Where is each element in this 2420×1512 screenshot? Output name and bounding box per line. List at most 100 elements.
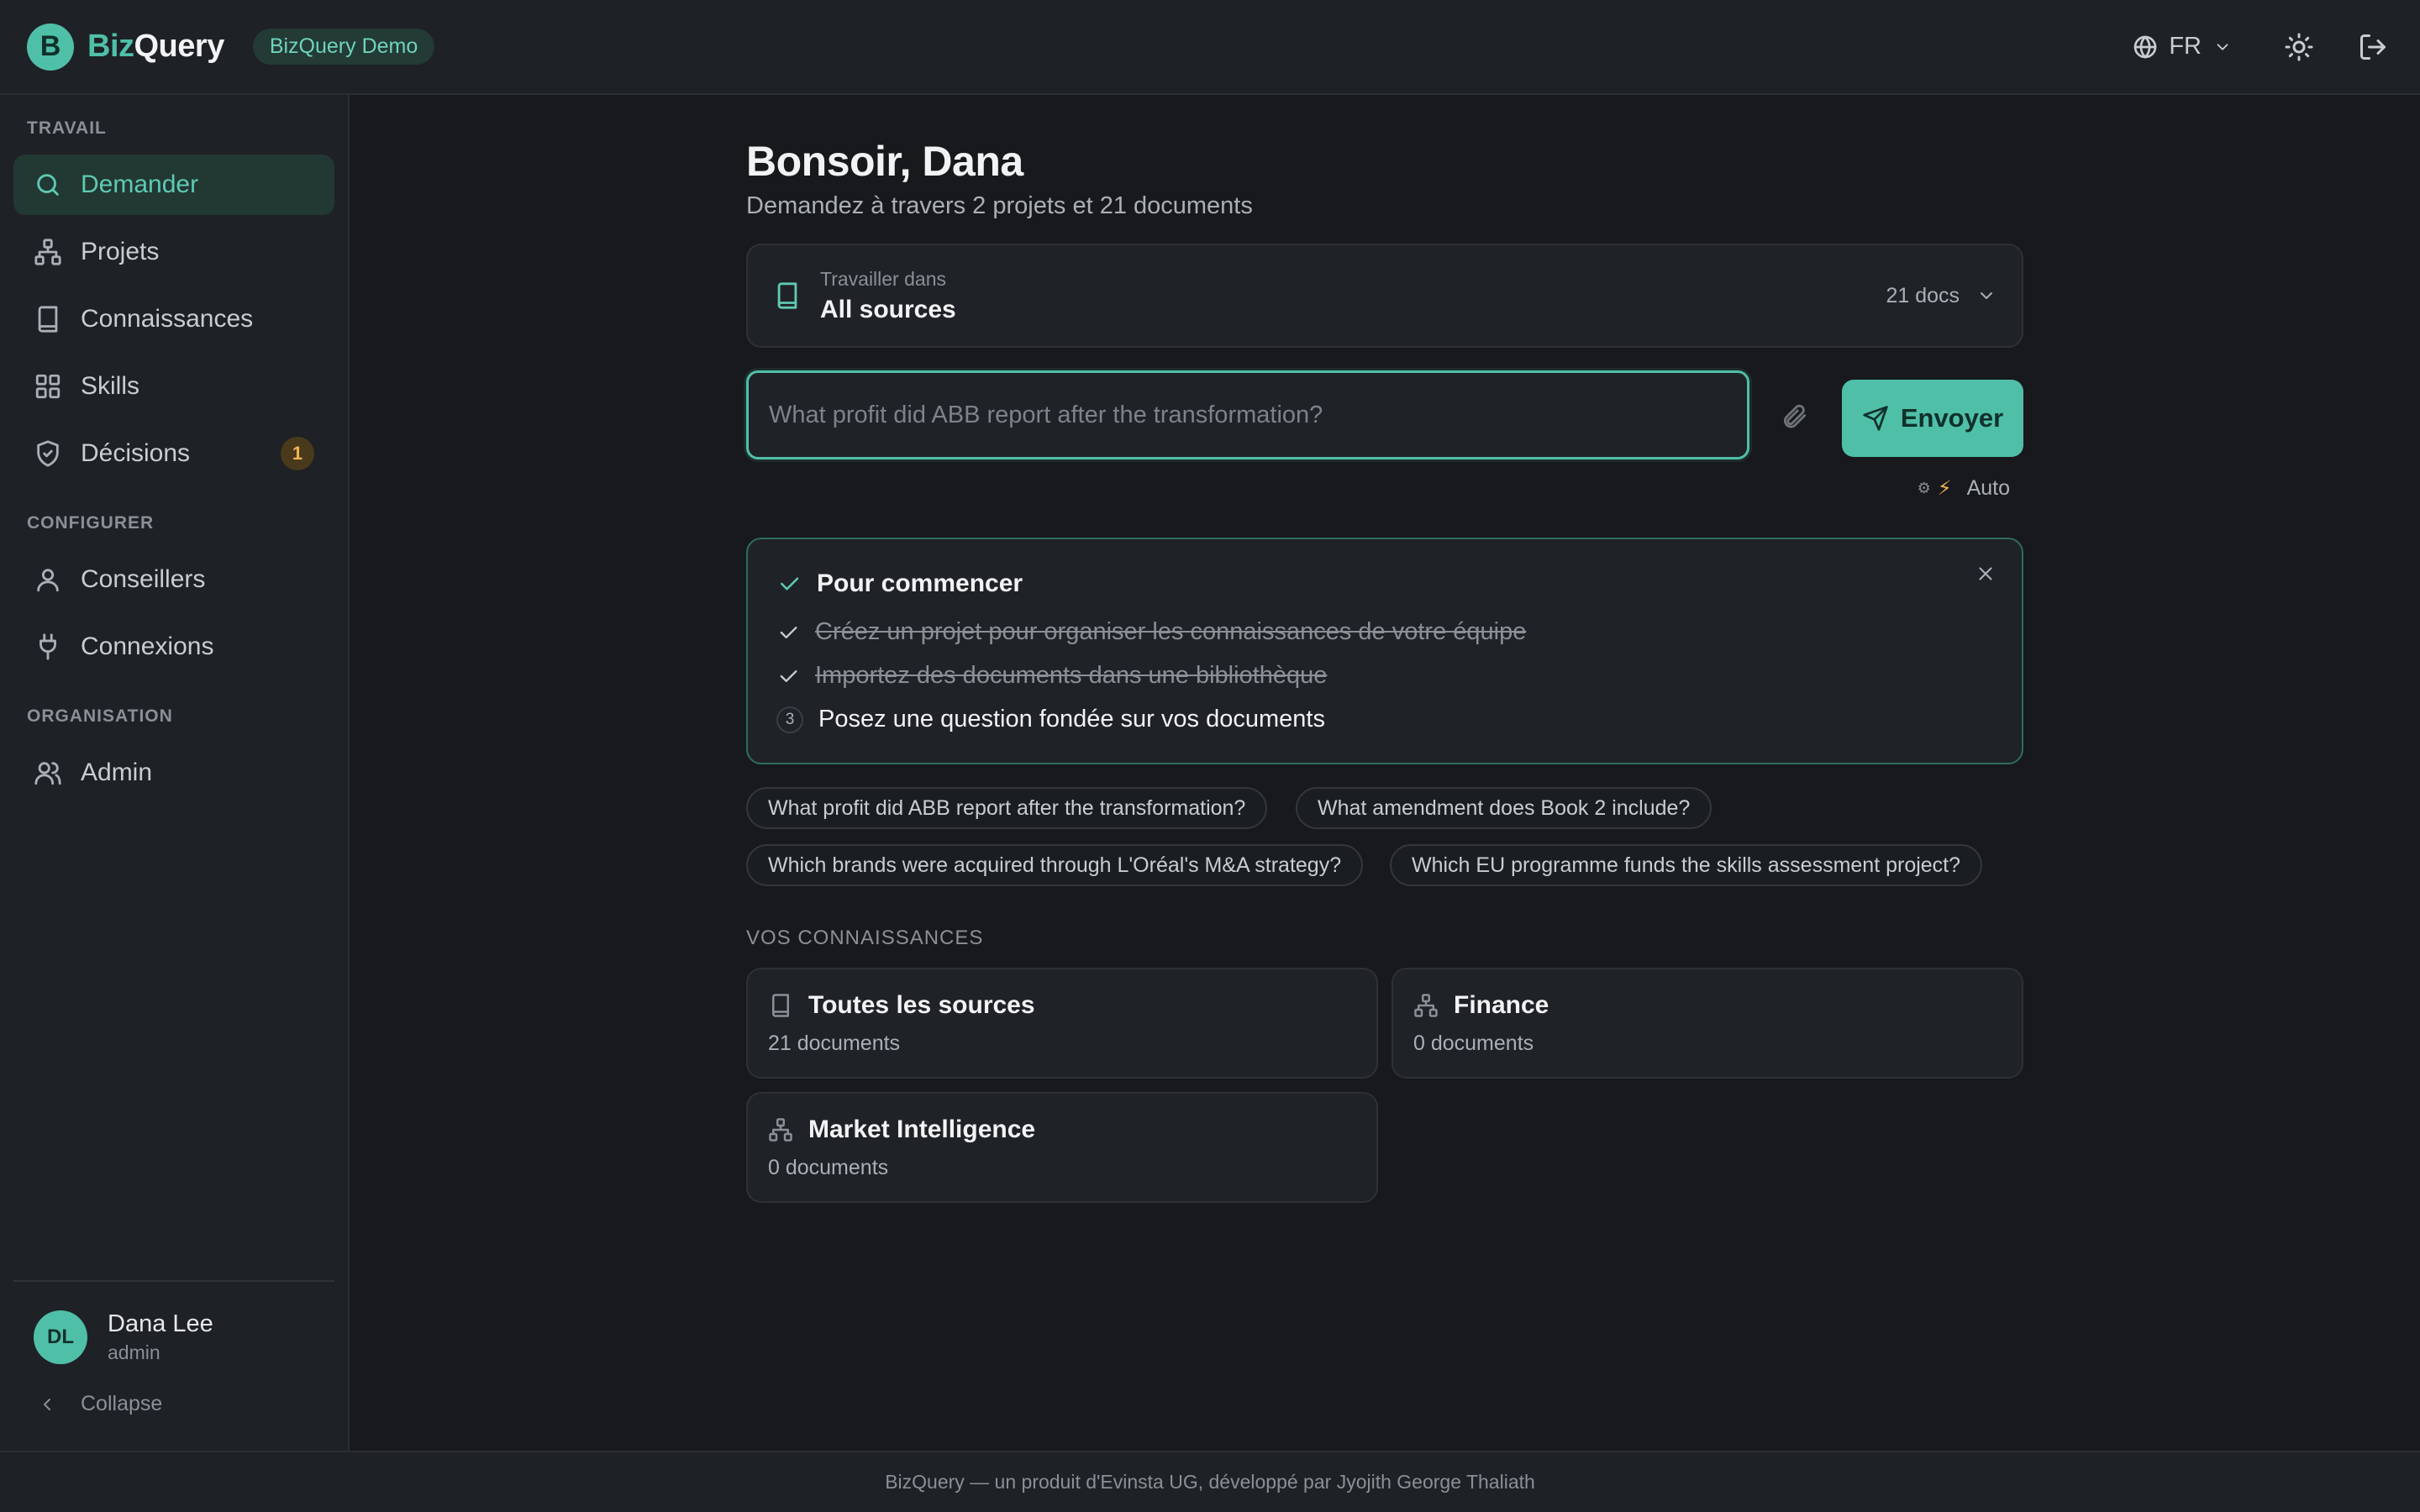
- chevron-down-icon: [2217, 43, 2228, 50]
- attach-file-button[interactable]: [1780, 402, 1808, 431]
- suggestion-chip[interactable]: Which brands were acquired through L'Oré…: [746, 844, 1364, 886]
- suggestion-chip[interactable]: Which EU programme funds the skills asse…: [1390, 844, 1983, 886]
- plug-icon: [39, 633, 56, 660]
- gear-icon: ⚙: [1917, 480, 1931, 496]
- sidebar: TRAVAIL Demander Projets Connaissances S…: [0, 95, 350, 1451]
- sidebar-item-skills[interactable]: Skills: [13, 356, 334, 417]
- knowledge-card-title-text: Market Intelligence: [808, 1116, 1036, 1143]
- source-selector[interactable]: Travailler dans All sources 21 docs: [746, 244, 2023, 348]
- sidebar-item-conseillers[interactable]: Conseillers: [13, 549, 334, 610]
- logo-badge: B: [27, 23, 74, 71]
- step-label: Créez un projet pour organiser les conna…: [815, 618, 1527, 645]
- paperclip-icon: [1783, 404, 1807, 428]
- getting-started-card: Pour commencer Créez un projet pour orga…: [746, 538, 2023, 764]
- collapse-sidebar-button[interactable]: Collapse: [37, 1392, 162, 1416]
- source-label: Travailler dans: [820, 267, 946, 290]
- sitemap-icon: [1414, 994, 1438, 1017]
- sidebar-item-label: Conseillers: [81, 565, 206, 593]
- knowledge-card-title-text: Toutes les sources: [808, 991, 1035, 1019]
- knowledge-card[interactable]: Finance 0 documents: [1392, 968, 2023, 1079]
- question-input[interactable]: [746, 370, 1749, 459]
- footer: BizQuery — un produit d'Evinsta UG, déve…: [0, 1451, 2420, 1512]
- close-icon: [1979, 567, 1992, 580]
- send-label: Envoyer: [1900, 403, 2004, 433]
- getting-started-step[interactable]: 3 Posez une question fondée sur vos docu…: [776, 706, 1325, 733]
- getting-started-title: Pour commencer: [776, 570, 1023, 598]
- user-icon: [37, 569, 59, 592]
- suggestion-chip[interactable]: What amendment does Book 2 include?: [1296, 787, 1712, 829]
- knowledge-card-count: 0 documents: [768, 1156, 889, 1179]
- knowledge-card[interactable]: Toutes les sources 21 documents: [746, 968, 1378, 1079]
- top-bar: B BizQuery BizQuery Demo FR: [0, 0, 2420, 95]
- book-icon: [772, 994, 789, 1017]
- mode-label: Auto: [1966, 476, 2010, 500]
- sidebar-item-label: Connexions: [81, 633, 214, 660]
- grid-icon: [35, 374, 60, 399]
- collapse-label: Collapse: [81, 1392, 163, 1415]
- chevron-left-icon: [44, 1398, 50, 1410]
- source-text: Travailler dans All sources: [820, 268, 956, 324]
- theme-toggle-button[interactable]: [2279, 27, 2319, 67]
- close-button[interactable]: [1975, 563, 1996, 585]
- users-icon: [34, 762, 61, 785]
- send-button[interactable]: Envoyer: [1842, 380, 2023, 457]
- chevron-down-icon: [1981, 292, 1992, 299]
- sitemap-icon: [34, 239, 61, 265]
- user-name: Dana Lee: [108, 1310, 213, 1337]
- step-label: Importez des documents dans une biblioth…: [815, 662, 1328, 689]
- knowledge-card-title: Finance: [1413, 991, 2002, 1020]
- decisions-count-badge: 1: [281, 437, 314, 470]
- check-icon: [780, 626, 797, 638]
- sidebar-section-organization: ORGANISATION: [27, 706, 173, 726]
- knowledge-card-title-text: Finance: [1454, 991, 1549, 1019]
- user-profile[interactable]: DL Dana Lee admin: [34, 1310, 213, 1364]
- check-icon: [781, 577, 799, 591]
- top-actions: FR: [2132, 27, 2393, 67]
- user-role: admin: [108, 1341, 160, 1363]
- brand-name-part-2: Query: [134, 29, 225, 64]
- knowledge-card-title: Toutes les sources: [768, 991, 1356, 1020]
- logout-icon: [2360, 34, 2386, 60]
- page-title: Bonsoir, Dana: [746, 138, 1023, 185]
- sidebar-item-admin[interactable]: Admin: [13, 743, 334, 803]
- bolt-icon: ⚡: [1937, 477, 1952, 500]
- knowledge-card[interactable]: Market Intelligence 0 documents: [746, 1092, 1378, 1203]
- shield-check-icon: [37, 440, 59, 467]
- sidebar-item-label: Connaissances: [81, 305, 254, 333]
- source-count: 21 docs: [1886, 284, 1996, 308]
- step-number: 3: [776, 706, 803, 733]
- footer-text: BizQuery — un produit d'Evinsta UG, déve…: [885, 1471, 1535, 1493]
- source-doc-count: 21 docs: [1886, 283, 1960, 307]
- step-label: Posez une question fondée sur vos docume…: [818, 706, 1325, 732]
- language-selector[interactable]: FR: [2132, 33, 2232, 60]
- sidebar-item-projets[interactable]: Projets: [13, 222, 334, 282]
- sidebar-section-work: TRAVAIL: [27, 118, 107, 138]
- knowledge-card-count: 21 documents: [768, 1032, 901, 1055]
- sidebar-item-demander[interactable]: Demander: [13, 155, 334, 215]
- sun-icon: [2285, 33, 2313, 60]
- mode-selector[interactable]: ⚙ ⚡ Auto: [1918, 476, 2010, 501]
- knowledge-card-title: Market Intelligence: [768, 1116, 1356, 1144]
- check-icon: [780, 669, 797, 682]
- avatar: DL: [34, 1310, 87, 1364]
- demo-badge: BizQuery Demo: [252, 29, 435, 65]
- sidebar-item-label: Demander: [81, 171, 199, 198]
- search-icon: [37, 174, 59, 196]
- send-icon: [1863, 406, 1888, 431]
- getting-started-step: Créez un projet pour organiser les conna…: [776, 618, 1526, 646]
- brand-name-part-1: Biz: [87, 29, 134, 64]
- sidebar-item-connexions[interactable]: Connexions: [13, 617, 334, 677]
- logout-button[interactable]: [2353, 27, 2393, 67]
- page-subtitle: Demandez à travers 2 projets et 21 docum…: [746, 192, 1253, 219]
- suggestion-chip[interactable]: What profit did ABB report after the tra…: [746, 787, 1268, 829]
- knowledge-card-count: 0 documents: [1413, 1032, 1534, 1055]
- sidebar-divider: [13, 1280, 334, 1282]
- brand-name: BizQuery: [87, 29, 224, 65]
- globe-icon: [2133, 35, 2157, 58]
- getting-started-title-text: Pour commencer: [817, 570, 1023, 597]
- sidebar-item-connaissances[interactable]: Connaissances: [13, 289, 334, 349]
- sidebar-item-decisions[interactable]: Décisions 1: [13, 423, 334, 484]
- book-icon: [38, 306, 58, 333]
- getting-started-step: Importez des documents dans une biblioth…: [776, 662, 1327, 690]
- sidebar-item-label: Décisions: [81, 439, 191, 467]
